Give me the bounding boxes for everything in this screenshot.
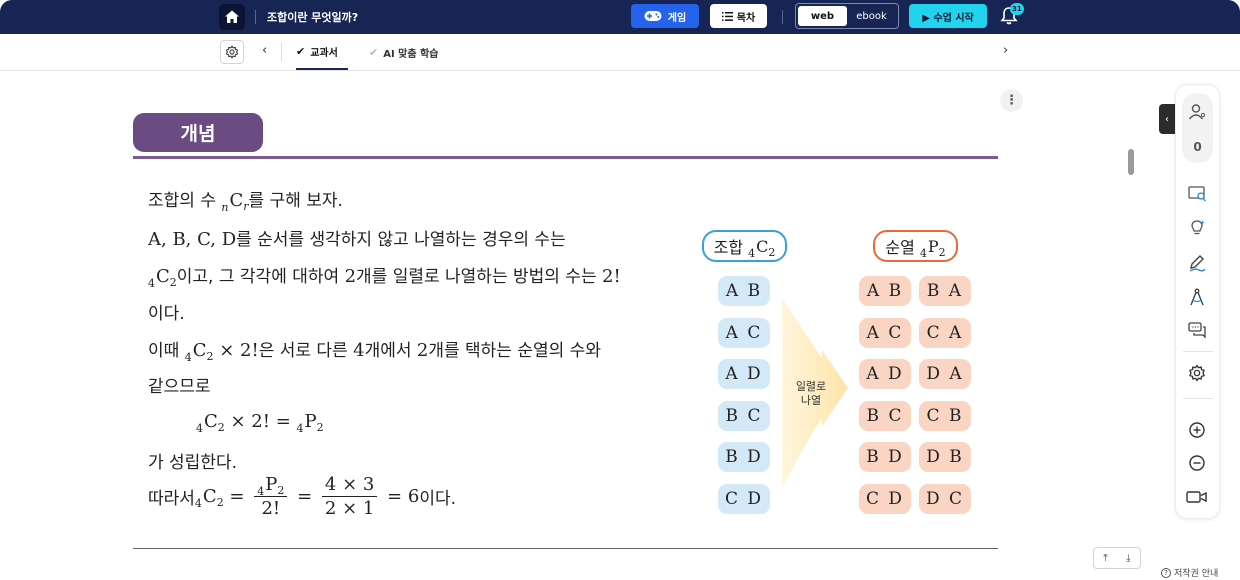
permutation-cell: C B	[919, 401, 971, 431]
permutation-cell: D B	[919, 442, 971, 472]
list-icon	[721, 11, 733, 21]
text-line-3: 4C2이고, 그 각각에 대하여 2개를 일렬로 나열하는 방법의 수는 2!	[148, 266, 621, 290]
zoom-in-icon[interactable]	[1185, 418, 1209, 442]
view-web-option[interactable]: web	[798, 6, 847, 26]
tab-textbook-label: 교과서	[310, 47, 338, 59]
divider	[1183, 351, 1213, 352]
text-line-2: A, B, C, D를 순서를 생각하지 않고 나열하는 경우의 수는	[148, 229, 566, 250]
scrollbar-thumb[interactable]	[1128, 149, 1134, 175]
arrow-label: 일렬로 나열	[795, 380, 827, 407]
combination-cell: B C	[718, 401, 770, 431]
screen-search-icon[interactable]	[1185, 182, 1209, 206]
text-line-6: 같으므로	[148, 377, 211, 397]
combination-cell: A B	[718, 276, 770, 306]
combination-cell: A C	[718, 318, 770, 348]
compass-icon[interactable]	[1185, 285, 1209, 309]
home-button[interactable]	[219, 4, 245, 30]
game-button[interactable]: 게임	[631, 4, 699, 28]
tab-textbook[interactable]: ✔ 교과서	[296, 34, 348, 70]
combination-title: 조합 4C2	[702, 230, 787, 262]
text-line-8: 가 성립한다.	[148, 453, 238, 473]
tab-bar: ‹ ✔ 교과서 ✔ AI 맞춤 학습 ›	[0, 34, 1240, 71]
divider	[255, 10, 256, 24]
toc-button-label: 목차	[736, 12, 756, 24]
notification-badge: 31	[1010, 3, 1024, 15]
permutation-cell: B C	[859, 401, 911, 431]
zoom-out-icon[interactable]	[1185, 451, 1209, 475]
permutation-cell: B D	[859, 442, 911, 472]
divider	[782, 10, 783, 24]
permutation-title: 순열 4P2	[873, 230, 958, 262]
lightbulb-icon[interactable]	[1185, 216, 1209, 240]
copyright-link[interactable]: ? 저작권 안내	[1161, 566, 1218, 579]
chevron-right-icon[interactable]: ›	[1003, 43, 1008, 58]
user-icon	[1185, 100, 1209, 124]
check-icon: ✔	[296, 44, 306, 58]
chevron-left-icon[interactable]: ‹	[262, 43, 267, 58]
arrow-up-icon[interactable]: ⤒	[1094, 548, 1117, 568]
toc-button[interactable]: 목차	[710, 4, 767, 28]
permutation-cell: C A	[919, 318, 971, 348]
game-button-label: 게임	[667, 12, 687, 24]
collapse-panel-button[interactable]: ‹	[1159, 104, 1175, 134]
view-ebook-option[interactable]: ebook	[847, 6, 896, 26]
participant-count: 0	[1193, 140, 1202, 154]
settings-button[interactable]	[220, 40, 244, 64]
check-icon: ✔	[369, 45, 379, 59]
gear-icon	[225, 45, 239, 59]
fraction-perm: 4P2 2!	[254, 474, 288, 519]
start-class-button[interactable]: ▶ 수업 시작	[909, 4, 987, 28]
scrollbar[interactable]	[1127, 76, 1135, 546]
permutation-cell: C D	[859, 484, 911, 514]
section-bottom-divider	[133, 548, 998, 549]
text-line-4: 이다.	[148, 304, 185, 324]
combination-cell: C D	[718, 484, 770, 514]
help-icon: ?	[1161, 567, 1171, 578]
camera-icon[interactable]	[1185, 485, 1209, 509]
tab-ai-learning-label: AI 맞춤 학습	[383, 48, 439, 60]
copyright-label: 저작권 안내	[1174, 569, 1219, 579]
pen-icon[interactable]	[1185, 251, 1209, 275]
section-divider	[133, 156, 998, 159]
lesson-title: 조합이란 무엇일까?	[267, 11, 359, 24]
text-line-5: 이때 4C2 × 2!은 서로 다른 4개에서 2개를 택하는 순열의 수와	[148, 340, 601, 364]
tab-ai-learning[interactable]: ✔ AI 맞춤 학습	[369, 34, 438, 70]
permutation-cell: D A	[919, 359, 971, 389]
equation-comb-perm: 4C2 × 2! = 4P2	[196, 411, 324, 435]
text-line-9: 따라서 4C2 = 4P2 2! = 4 × 3 2 × 1 = 6 이다.	[148, 474, 456, 519]
text-line-1: 조합의 수 nCr를 구해 보자.	[148, 190, 343, 214]
permutation-cell: A C	[859, 318, 911, 348]
permutation-cell: B A	[919, 276, 971, 306]
chat-icon[interactable]	[1185, 318, 1209, 342]
gamepad-icon	[644, 11, 662, 21]
divider	[1183, 398, 1213, 399]
gear-icon[interactable]	[1185, 361, 1209, 385]
view-mode-toggle: web ebook	[795, 3, 899, 29]
top-bar: 조합이란 무엇일까? 게임 목차 web ebook ▶ 수업 시작 31	[0, 0, 1240, 34]
divider	[281, 43, 282, 61]
fraction-numeric: 4 × 3 2 × 1	[321, 474, 378, 519]
permutation-cell: D C	[919, 484, 971, 514]
page-scroll-controls: ⤒ ⤓	[1093, 547, 1141, 569]
section-banner: 개념	[133, 113, 263, 152]
permutation-cell: A D	[859, 359, 911, 389]
more-vertical-icon[interactable]: ⋮	[1000, 89, 1023, 112]
combination-cell: A D	[718, 359, 770, 389]
permutation-cell: A B	[859, 276, 911, 306]
combination-cell: B D	[718, 442, 770, 472]
arrow-down-icon[interactable]: ⤓	[1117, 548, 1140, 568]
home-icon	[225, 10, 239, 23]
